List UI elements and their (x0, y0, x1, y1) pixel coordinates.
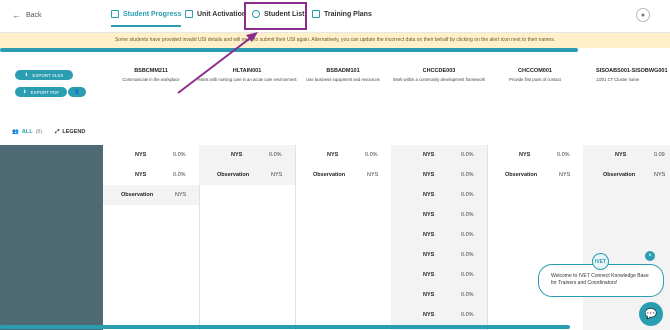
chat-bot-avatar: IVET (592, 253, 609, 270)
chat-launcher-button[interactable]: 💬 (639, 302, 663, 326)
close-icon[interactable]: × (645, 251, 655, 261)
chat-icon: 💬 (644, 308, 658, 320)
app-root: { "nav": { "back_label": "Back", "tabs":… (0, 0, 670, 330)
